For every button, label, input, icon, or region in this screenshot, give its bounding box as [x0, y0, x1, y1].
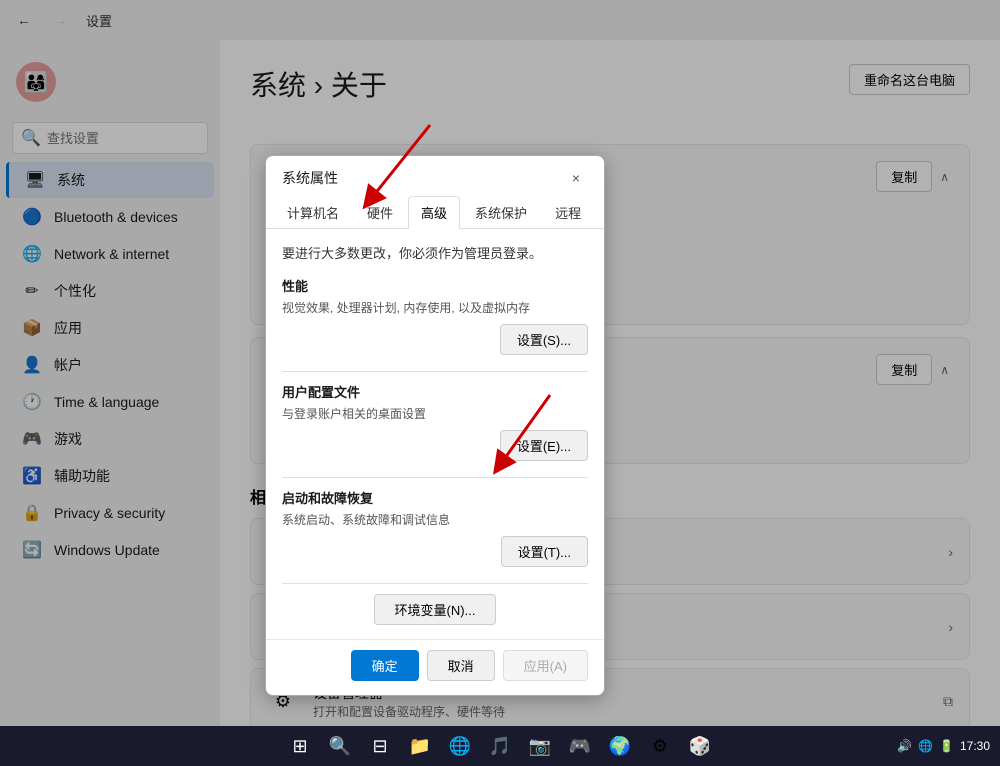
apply-button[interactable]: 应用(A)	[503, 650, 588, 681]
dialog-titlebar: 系统属性 ×	[266, 156, 604, 190]
tab-hardware[interactable]: 硬件	[354, 196, 406, 228]
startup-title: 启动和故障恢复	[282, 488, 588, 507]
dialog-title: 系统属性	[282, 168, 338, 188]
tab-system-protection[interactable]: 系统保护	[462, 196, 540, 228]
separator-2	[282, 477, 588, 478]
task-view-button[interactable]: ⊟	[364, 730, 396, 762]
taskbar: ⊞ 🔍 ⊟ 📁 🌐 🎵 📷 🎮 🌍 ⚙ 🎲 🔊 🌐 🔋 17:30	[0, 726, 1000, 766]
tab-advanced[interactable]: 高级	[408, 196, 460, 229]
taskbar-system-tray: 🔊 🌐 🔋 17:30	[897, 739, 990, 753]
dialog-admin-note: 要进行大多数更改，你必须作为管理员登录。	[282, 243, 588, 262]
startup-section: 启动和故障恢复 系统启动、系统故障和调试信息 设置(T)...	[282, 488, 588, 567]
cancel-button[interactable]: 取消	[427, 650, 495, 681]
settings-taskbar[interactable]: ⚙	[644, 730, 676, 762]
startup-settings-button[interactable]: 设置(T)...	[501, 536, 588, 567]
performance-settings-button[interactable]: 设置(S)...	[500, 324, 588, 355]
tab-computer-name[interactable]: 计算机名	[274, 196, 352, 228]
user-profiles-settings-button[interactable]: 设置(E)...	[500, 430, 588, 461]
dialog-footer: 确定 取消 应用(A)	[266, 639, 604, 695]
env-variables-button[interactable]: 环境变量(N)...	[374, 594, 497, 625]
performance-desc: 视觉效果, 处理器计划, 内存使用, 以及虚拟内存	[282, 299, 588, 316]
dialog-tabs: 计算机名 硬件 高级 系统保护 远程	[266, 190, 604, 229]
system-properties-dialog: 系统属性 × 计算机名 硬件 高级 系统保护 远程 要进行大多数更改，你必须作为…	[265, 155, 605, 696]
separator-1	[282, 371, 588, 372]
camera-taskbar[interactable]: 📷	[524, 730, 556, 762]
user-profiles-section: 用户配置文件 与登录账户相关的桌面设置 设置(E)...	[282, 382, 588, 461]
start-button[interactable]: ⊞	[284, 730, 316, 762]
dialog-content: 要进行大多数更改，你必须作为管理员登录。 性能 视觉效果, 处理器计划, 内存使…	[266, 229, 604, 639]
startup-desc: 系统启动、系统故障和调试信息	[282, 511, 588, 528]
performance-section: 性能 视觉效果, 处理器计划, 内存使用, 以及虚拟内存 设置(S)...	[282, 276, 588, 355]
spotify-taskbar[interactable]: 🎵	[484, 730, 516, 762]
chrome-taskbar[interactable]: 🌍	[604, 730, 636, 762]
store-taskbar[interactable]: 🎲	[684, 730, 716, 762]
user-profiles-desc: 与登录账户相关的桌面设置	[282, 405, 588, 422]
tab-remote[interactable]: 远程	[542, 196, 594, 228]
user-profiles-title: 用户配置文件	[282, 382, 588, 401]
ok-button[interactable]: 确定	[351, 650, 419, 681]
search-taskbar-button[interactable]: 🔍	[324, 730, 356, 762]
dialog-close-button[interactable]: ×	[564, 166, 588, 190]
xbox-taskbar[interactable]: 🎮	[564, 730, 596, 762]
performance-title: 性能	[282, 276, 588, 295]
file-explorer-taskbar[interactable]: 📁	[404, 730, 436, 762]
separator-3	[282, 583, 588, 584]
edge-taskbar[interactable]: 🌐	[444, 730, 476, 762]
